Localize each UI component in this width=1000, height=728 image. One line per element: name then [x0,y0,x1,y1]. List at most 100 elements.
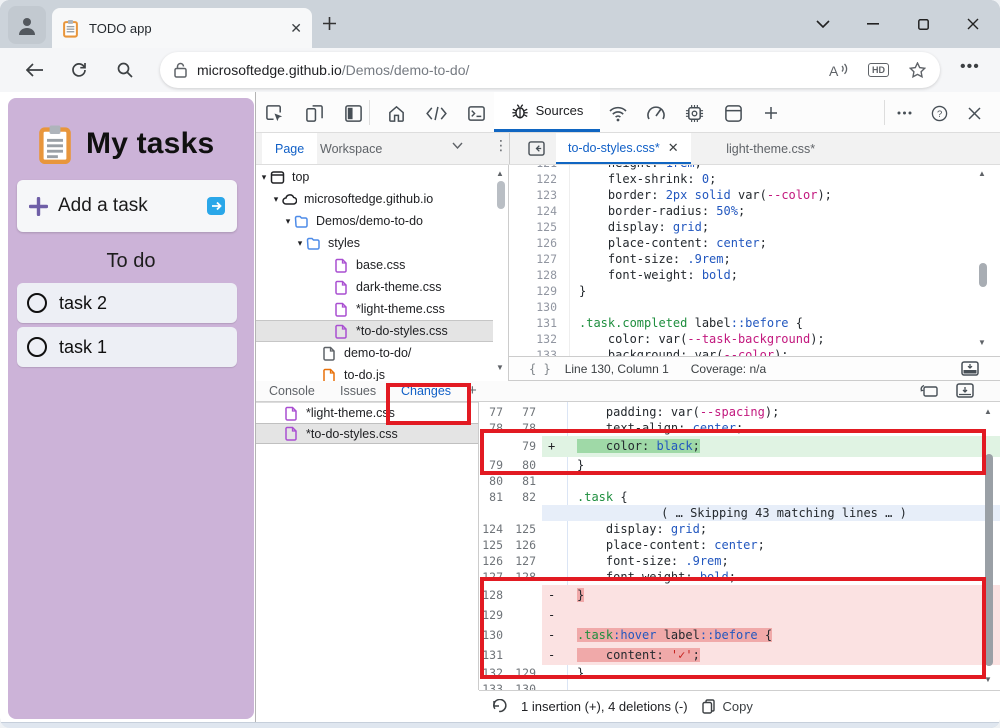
performance-icon[interactable] [645,102,667,124]
pretty-print-icon[interactable]: { } [529,362,551,376]
scrollbar-thumb[interactable] [985,454,993,666]
toggle-drawer-icon[interactable] [961,361,979,376]
navigator-menu-icon[interactable]: ⋮ [494,137,508,154]
scroll-up-icon[interactable]: ▲ [984,407,992,416]
tab-title: TODO app [89,21,290,36]
task-row[interactable]: task 2 [17,283,237,323]
diff-row-ctx: 126127 font-size: .9rem; [479,553,1000,569]
collapse-sidebar-icon[interactable] [524,138,548,159]
expander-icon[interactable]: ▾ [270,194,282,205]
drawer-tab-changes[interactable]: Changes [401,381,451,401]
tree-item-microsoftedge-github-io[interactable]: ▾microsoftedge.github.io [256,188,508,210]
favorites-star-icon[interactable] [909,62,926,78]
dock-side-icon[interactable] [342,102,364,124]
expander-icon[interactable]: ▾ [294,238,306,249]
diff-scrollbar[interactable]: ▲ ▼ [981,402,997,690]
editor-scrollbar[interactable]: ▲ ▼ [975,165,991,356]
search-button[interactable] [112,59,138,81]
devtools-close-icon[interactable] [963,102,985,124]
changes-panel: *light-theme.css*to-do-styles.css 7777 p… [256,402,1000,690]
revert-icon[interactable] [491,699,507,714]
tree-item--to-do-styles-css[interactable]: *to-do-styles.css [256,320,508,342]
dock-drawer-icon[interactable] [956,383,974,398]
close-window-button[interactable] [958,12,988,36]
tree-item-top[interactable]: ▾top [256,166,508,188]
svg-text:?: ? [936,108,941,119]
scroll-down-icon[interactable]: ▼ [496,363,504,372]
browser-settings-menu[interactable]: ••• [960,58,980,76]
scrollbar-thumb[interactable] [497,181,505,209]
scroll-down-icon[interactable]: ▼ [984,675,992,684]
expander-icon[interactable]: ▾ [282,216,294,227]
read-aloud-icon[interactable]: A [829,63,848,78]
tree-scrollbar[interactable]: ▲ ▼ [493,165,509,381]
diff-row-ctx: 125126 place-content: center; [479,537,1000,553]
close-tab-icon[interactable]: ✕ [668,140,679,156]
inspect-icon[interactable] [263,102,285,124]
browser-tab[interactable]: TODO app ✕ [52,8,312,48]
task-checkbox[interactable] [27,337,47,357]
tab-workspace[interactable]: Workspace [320,133,382,164]
url-bar[interactable]: microsoftedge.github.io/Demos/demo-to-do… [160,52,940,88]
memory-icon[interactable] [683,102,705,124]
add-task-input[interactable]: Add a task [17,180,237,232]
changed-file--light-theme-css[interactable]: *light-theme.css [256,402,478,423]
tree-item-base-css[interactable]: base.css [256,254,508,276]
application-icon[interactable] [722,102,744,124]
code-editor[interactable]: 121 height: 1rem;122 flex-shrink: 0;123 … [509,165,1000,356]
scroll-up-icon[interactable]: ▲ [978,169,986,178]
profile-avatar[interactable] [8,6,46,44]
tree-item--light-theme-css[interactable]: *light-theme.css [256,298,508,320]
add-task-submit-button[interactable] [207,197,225,215]
copy-button[interactable]: Copy [702,699,753,714]
tree-item-label: base.css [356,258,405,272]
maximize-button[interactable] [908,12,938,36]
chevron-down-icon[interactable] [452,142,463,149]
scroll-up-icon[interactable]: ▲ [496,169,504,178]
tree-item-to-do-js[interactable]: to-do.js [256,364,508,381]
diff-marker: - [548,625,555,645]
clipboard-favicon [62,19,79,38]
back-button[interactable] [22,59,48,81]
tab-close-icon[interactable]: ✕ [290,21,302,35]
refresh-button[interactable] [66,59,92,81]
scroll-down-icon[interactable]: ▼ [978,338,986,347]
diff-row-del: 129- [479,605,1000,625]
network-icon[interactable] [607,102,629,124]
diff-view: 7777 padding: var(--spacing);7878 text-a… [479,402,1000,690]
minimize-button[interactable] [858,12,888,36]
file-tab-label: to-do-styles.css* [568,141,660,155]
file-tab-light-theme-css-[interactable]: light-theme.css* [714,133,827,164]
tree-item-styles[interactable]: ▾styles [256,232,508,254]
tab-page[interactable]: Page [262,133,317,164]
drawer-tab-console[interactable]: Console [269,381,315,401]
devtools-help-icon[interactable]: ? [928,102,950,124]
diff-row-ctx: 7980} [479,457,1000,473]
changed-file--to-do-styles-css[interactable]: *to-do-styles.css [256,423,478,444]
elements-icon[interactable] [425,102,447,124]
hd-badge[interactable]: HD [868,63,889,77]
tree-item-demo-to-do-[interactable]: demo-to-do/ [256,342,508,364]
arrow-right-icon [211,201,222,211]
tab-sources[interactable]: Sources [494,92,600,132]
line-number: 130 [509,299,557,315]
drawer-tab-issues[interactable]: Issues [340,381,376,401]
line-number: 128 [509,267,557,283]
drawer-tab-bar: Console Issues Changes + [256,381,1000,402]
devtools-more-icon[interactable] [893,102,915,124]
task-row[interactable]: task 1 [17,327,237,367]
add-drawer-tab-icon[interactable]: + [468,382,477,399]
tree-item-dark-theme-css[interactable]: dark-theme.css [256,276,508,298]
device-emulation-icon[interactable] [303,102,325,124]
console-icon[interactable] [465,102,487,124]
expander-icon[interactable]: ▾ [258,172,270,183]
new-tab-button[interactable] [322,16,337,31]
tree-item-Demos-demo-to-do[interactable]: ▾Demos/demo-to-do [256,210,508,232]
file-tab-to-do-styles-css-[interactable]: to-do-styles.css* ✕ [556,133,691,164]
scrollbar-thumb[interactable] [979,263,987,287]
welcome-home-icon[interactable] [385,102,407,124]
task-checkbox[interactable] [27,293,47,313]
revert-all-changes-icon[interactable] [919,383,939,399]
tab-actions-chevron[interactable] [808,12,838,36]
more-tabs-plus-icon[interactable] [760,102,782,124]
